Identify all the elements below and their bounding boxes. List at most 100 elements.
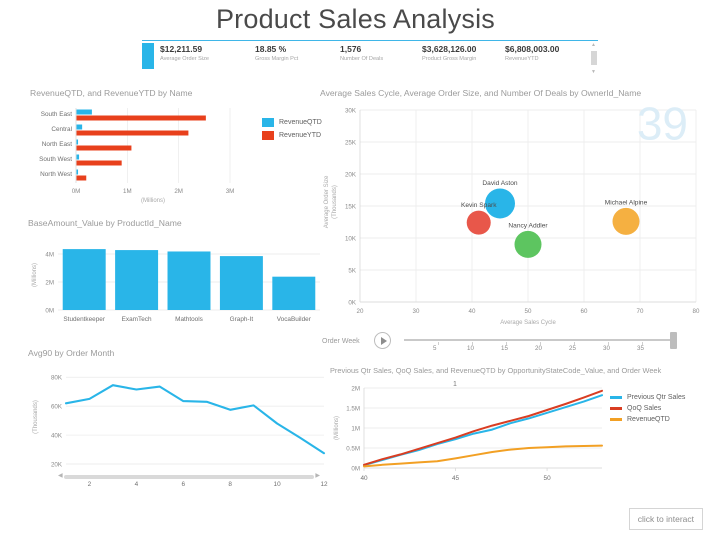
play-button[interactable] bbox=[374, 332, 391, 349]
bar-revenueqtd[interactable] bbox=[77, 125, 83, 130]
axis-tick-label: 20K bbox=[51, 462, 63, 469]
axis-tick-label: 1M bbox=[123, 188, 132, 195]
bar-revenueytd[interactable] bbox=[77, 146, 132, 151]
axis-tick-label: 0M bbox=[45, 308, 54, 315]
bar-revenueqtd[interactable] bbox=[77, 110, 92, 115]
chart-legend[interactable]: Previous Qtr Sales QoQ Sales RevenueQTD bbox=[610, 394, 685, 427]
bar-column[interactable] bbox=[168, 251, 211, 310]
category-label: Graph-It bbox=[230, 316, 254, 323]
bubble-label: Nancy Addler bbox=[508, 222, 548, 229]
axis-tick-label: 10K bbox=[345, 236, 357, 243]
axis-tick-label: 80K bbox=[51, 375, 63, 382]
axis-tick-label: 0M bbox=[72, 188, 81, 195]
legend-item[interactable]: RevenueQTD bbox=[262, 118, 322, 127]
kpi-accent-bar bbox=[142, 43, 154, 69]
play-axis[interactable]: Order Week 5101520253035 bbox=[322, 328, 700, 362]
axis-tick-label: 2M bbox=[45, 280, 54, 287]
legend-item[interactable]: RevenueYTD bbox=[262, 131, 322, 140]
chart-legend[interactable]: RevenueQTD RevenueYTD bbox=[262, 118, 322, 144]
play-icon bbox=[381, 337, 387, 345]
avg90-horizontal-scrollbar[interactable]: ◀ ▶ bbox=[58, 474, 320, 480]
legend-item[interactable]: RevenueQTD bbox=[610, 416, 685, 423]
legend-item[interactable]: QoQ Sales bbox=[610, 405, 685, 412]
kpi-card-revenue-ytd[interactable]: $6,808,003.00 RevenueYTD bbox=[505, 44, 559, 62]
bar-revenueqtd[interactable] bbox=[77, 155, 80, 160]
kpi-label: Average Order Size bbox=[160, 56, 209, 62]
bar-column[interactable] bbox=[272, 277, 315, 310]
chart-title: BaseAmount_Value by ProductId_Name bbox=[28, 218, 323, 228]
page-title: Product Sales Analysis bbox=[0, 4, 711, 35]
axis-label: Average Order Size bbox=[324, 175, 330, 228]
bar-revenueytd[interactable] bbox=[77, 131, 189, 136]
axis-tick-label: 2 bbox=[88, 481, 92, 488]
bubble-michael-alpine[interactable] bbox=[613, 208, 640, 235]
axis-tick-label: 2M bbox=[174, 188, 183, 195]
scatter-watermark: 39 bbox=[637, 97, 688, 149]
axis-tick-label: 60K bbox=[51, 404, 63, 411]
bar-revenueytd[interactable] bbox=[77, 116, 206, 121]
play-axis-tick-label: 20 bbox=[535, 345, 542, 352]
bar-column[interactable] bbox=[220, 256, 263, 310]
caret-up-icon[interactable]: ▲ bbox=[590, 43, 597, 48]
chart-baseamount-by-product[interactable]: BaseAmount_Value by ProductId_Name 0M 2M 4… bbox=[28, 218, 323, 336]
axis-tick-label: 0M bbox=[351, 466, 360, 473]
kpi-value: $12,211.59 bbox=[160, 44, 209, 54]
kpi-scrollbar[interactable]: ▲ ▼ bbox=[589, 43, 598, 75]
scroll-right-icon[interactable]: ▶ bbox=[315, 473, 320, 480]
bar-column[interactable] bbox=[115, 250, 158, 310]
chart-revenue-by-name[interactable]: RevenueQTD, and RevenueYTD by Name 0M1M2… bbox=[30, 88, 320, 203]
play-axis-track[interactable] bbox=[404, 339, 676, 341]
caret-down-icon[interactable]: ▼ bbox=[590, 70, 597, 75]
axis-tick-label: 30 bbox=[413, 308, 420, 315]
scrollbar-thumb[interactable] bbox=[591, 51, 597, 65]
kpi-card-number-of-deals[interactable]: 1,576 Number Of Deals bbox=[340, 44, 383, 62]
bubble-label: Michael Alpine bbox=[605, 199, 648, 206]
chart-qtr-sales-by-state[interactable]: Previous Qtr Sales, QoQ Sales, and Reven… bbox=[330, 366, 708, 496]
axis-tick-label: 4M bbox=[45, 252, 54, 259]
chart-title: Previous Qtr Sales, QoQ Sales, and Reven… bbox=[330, 366, 708, 375]
kpi-items: $12,211.59 Average Order Size 18.85 % Gr… bbox=[160, 42, 580, 76]
bar-revenueqtd[interactable] bbox=[77, 170, 79, 175]
axis-label: (Millions) bbox=[334, 416, 340, 440]
line-series-avg90[interactable] bbox=[66, 385, 324, 453]
axis-tick-label: 25K bbox=[345, 140, 357, 147]
axis-tick-label: 10 bbox=[274, 481, 282, 488]
kpi-strip: $12,211.59 Average Order Size 18.85 % Gr… bbox=[142, 40, 598, 77]
play-axis-ticks: 5101520253035 bbox=[404, 342, 684, 354]
axis-tick-label: 0.5M bbox=[346, 446, 360, 453]
play-axis-tick-label: 5 bbox=[433, 345, 436, 352]
category-label: Studentkeeper bbox=[63, 316, 105, 323]
click-to-interact-button[interactable]: click to interact bbox=[629, 508, 703, 530]
category-label: ExamTech bbox=[122, 316, 152, 323]
axis-tick-label: 2M bbox=[351, 386, 360, 393]
legend-item[interactable]: Previous Qtr Sales bbox=[610, 394, 685, 401]
category-label: Mathtools bbox=[175, 316, 203, 323]
bubble-nancy-addler[interactable] bbox=[515, 231, 542, 258]
play-axis-tick-mark bbox=[438, 342, 439, 345]
scroll-left-icon[interactable]: ◀ bbox=[58, 473, 63, 480]
play-axis-tick-label: 35 bbox=[637, 345, 644, 352]
kpi-label: Gross Margin Pct bbox=[255, 56, 298, 62]
legend-label: Previous Qtr Sales bbox=[627, 394, 685, 401]
axis-label: (Thousands) bbox=[33, 400, 39, 434]
axis-tick-label: 80 bbox=[693, 308, 700, 315]
kpi-card-product-gross-margin[interactable]: $3,628,126.00 Product Gross Margin bbox=[422, 44, 476, 62]
legend-swatch bbox=[262, 131, 274, 140]
bubble-kevin-spark[interactable] bbox=[467, 211, 491, 235]
kpi-card-gross-margin-pct[interactable]: 18.85 % Gross Margin Pct bbox=[255, 44, 298, 62]
chart-title: Avg90 by Order Month bbox=[28, 348, 328, 358]
kpi-label: Product Gross Margin bbox=[422, 56, 476, 62]
scrollbar-thumb[interactable] bbox=[64, 475, 314, 479]
chart-sales-cycle-bubble[interactable]: Average Sales Cycle, Average Order Size,… bbox=[320, 88, 702, 336]
axis-tick-label: 5K bbox=[348, 268, 356, 275]
bar-revenueytd[interactable] bbox=[77, 176, 87, 181]
bar-column[interactable] bbox=[63, 249, 106, 310]
bar-revenueqtd[interactable] bbox=[77, 140, 79, 145]
category-label: VocaBuilder bbox=[277, 316, 312, 323]
play-axis-tick-label: 15 bbox=[501, 345, 508, 352]
legend-swatch bbox=[610, 396, 622, 399]
bar-revenueytd[interactable] bbox=[77, 161, 122, 166]
kpi-card-average-order-size[interactable]: $12,211.59 Average Order Size bbox=[160, 44, 209, 62]
axis-tick-label: 60 bbox=[581, 308, 588, 315]
axis-label: (Millions) bbox=[141, 198, 165, 204]
